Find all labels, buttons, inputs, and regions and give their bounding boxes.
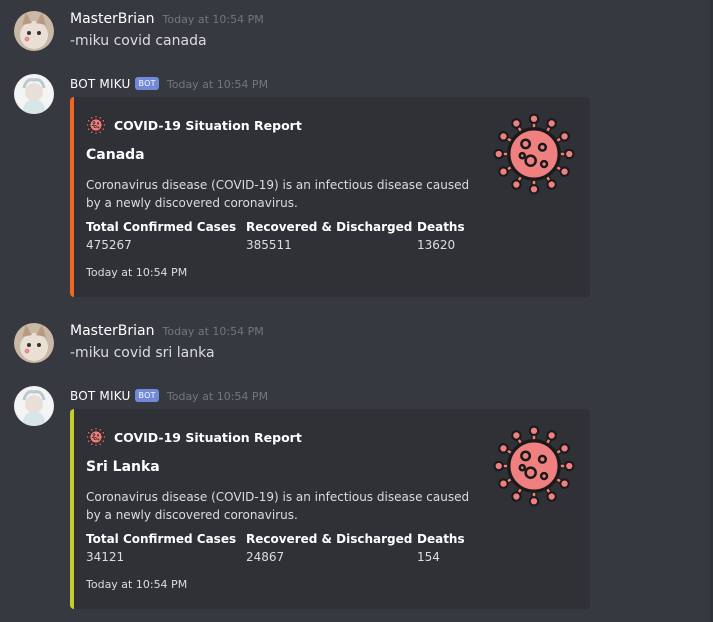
virus-icon bbox=[86, 115, 106, 135]
embed-description: Coronavirus disease (COVID-19) is an inf… bbox=[86, 490, 470, 522]
username[interactable]: MasterBrian bbox=[70, 323, 155, 339]
embed-description: Coronavirus disease (COVID-19) is an inf… bbox=[86, 178, 470, 210]
field-name: Total Confirmed Cases bbox=[86, 220, 237, 234]
field-deaths: Deaths 13620 bbox=[417, 220, 465, 252]
timestamp: Today at 10:54 PM bbox=[162, 325, 264, 338]
bot-avatar[interactable] bbox=[14, 386, 54, 426]
field-name: Total Confirmed Cases bbox=[86, 532, 237, 546]
embed-title: Canada bbox=[86, 147, 145, 163]
user-avatar[interactable] bbox=[14, 11, 54, 51]
user-avatar[interactable] bbox=[14, 323, 54, 363]
covid-embed: COVID-19 Situation Report Canada Coronav… bbox=[70, 97, 590, 297]
field-value: 385511 bbox=[246, 238, 292, 252]
bot-tag: BOT bbox=[135, 389, 159, 402]
embed-accent-bar bbox=[70, 97, 74, 297]
bot-avatar[interactable] bbox=[14, 74, 54, 114]
field-value: 475267 bbox=[86, 238, 132, 252]
bot-tag: BOT bbox=[135, 77, 159, 90]
embed-title: Sri Lanka bbox=[86, 459, 160, 475]
embed-author-name: COVID-19 Situation Report bbox=[114, 429, 302, 445]
message-text: -miku covid canada bbox=[70, 33, 207, 49]
message-text: -miku covid sri lanka bbox=[70, 345, 215, 361]
field-recovered: Recovered & Discharged 24867 bbox=[246, 532, 412, 564]
timestamp: Today at 10:54 PM bbox=[166, 390, 269, 403]
timestamp: Today at 10:54 PM bbox=[162, 13, 264, 26]
virus-icon[interactable] bbox=[492, 424, 576, 508]
field-name: Deaths bbox=[417, 220, 465, 234]
embed-author: COVID-19 Situation Report bbox=[86, 115, 302, 135]
field-name: Recovered & Discharged bbox=[246, 220, 413, 234]
embed-footer: Today at 10:54 PM bbox=[86, 266, 188, 279]
field-value: 24867 bbox=[246, 550, 285, 564]
embed-footer: Today at 10:54 PM bbox=[86, 578, 188, 591]
timestamp: Today at 10:54 PM bbox=[166, 78, 269, 91]
covid-embed: COVID-19 Situation Report Sri Lanka Coro… bbox=[70, 409, 590, 609]
embed-author-name: COVID-19 Situation Report bbox=[114, 117, 302, 133]
virus-icon[interactable] bbox=[492, 112, 576, 196]
field-total-confirmed: Total Confirmed Cases 34121 bbox=[86, 532, 236, 564]
username[interactable]: BOT MIKU bbox=[70, 77, 130, 91]
username[interactable]: MasterBrian bbox=[70, 11, 155, 27]
embed-accent-bar bbox=[70, 409, 74, 609]
embed-author: COVID-19 Situation Report bbox=[86, 427, 302, 447]
field-name: Recovered & Discharged bbox=[246, 532, 413, 546]
field-deaths: Deaths 154 bbox=[417, 532, 465, 564]
virus-icon bbox=[86, 427, 106, 447]
field-value: 13620 bbox=[417, 238, 456, 252]
username[interactable]: BOT MIKU bbox=[70, 389, 130, 403]
field-total-confirmed: Total Confirmed Cases 475267 bbox=[86, 220, 236, 252]
field-value: 34121 bbox=[86, 550, 125, 564]
field-name: Deaths bbox=[417, 532, 465, 546]
field-value: 154 bbox=[417, 550, 440, 564]
field-recovered: Recovered & Discharged 385511 bbox=[246, 220, 412, 252]
